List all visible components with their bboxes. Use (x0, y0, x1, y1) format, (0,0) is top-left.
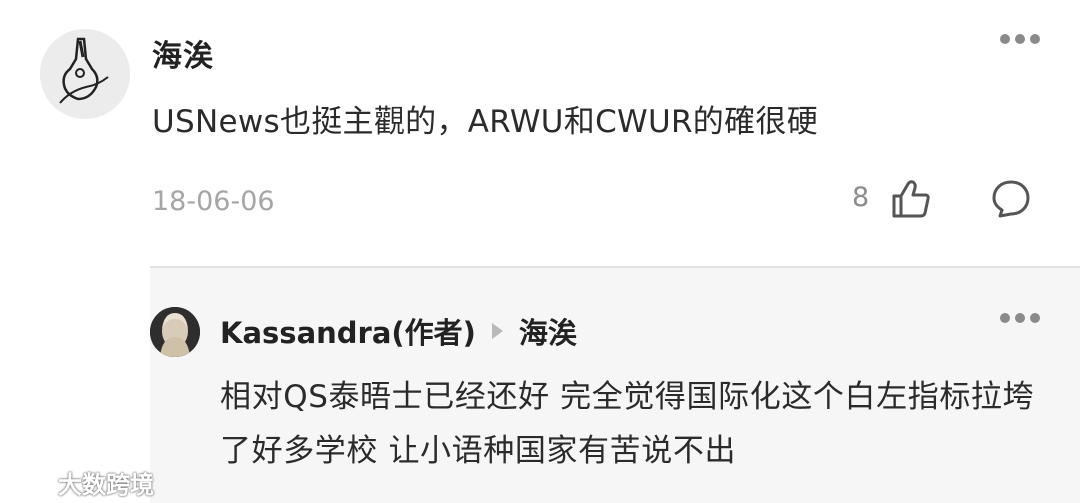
watermark-text: 大数跨境 (58, 471, 154, 499)
reply-header: Kassandra(作者) 海涘 (220, 310, 577, 352)
like-count: 8 (852, 182, 870, 213)
more-options-icon[interactable] (1000, 33, 1040, 45)
thumbs-up-icon[interactable] (890, 178, 932, 220)
portrait-icon (150, 307, 200, 357)
reply-more-options-icon[interactable] (1000, 312, 1040, 324)
reply-target-name[interactable]: 海涘 (519, 310, 577, 352)
reply-text: 相对QS泰晤士已经还好 完全觉得国际化这个白左指标拉垮了好多学校 让小语种国家有… (220, 379, 1035, 469)
watermark-logo-icon (10, 473, 51, 491)
comment-bubble-icon[interactable] (990, 178, 1032, 220)
avatar-drawing-icon (40, 29, 130, 119)
commenter-avatar[interactable] (40, 29, 130, 119)
comment-date: 18-06-06 (152, 186, 275, 217)
reply-arrow-icon (491, 323, 503, 339)
reply-author-avatar[interactable] (150, 307, 200, 357)
commenter-name[interactable]: 海涘 (152, 31, 214, 75)
reply-author-name[interactable]: Kassandra(作者) (220, 310, 476, 352)
watermark: 大数跨境 (8, 465, 154, 500)
comment-text: USNews也挺主觀的，ARWU和CWUR的確很硬 (152, 104, 818, 140)
